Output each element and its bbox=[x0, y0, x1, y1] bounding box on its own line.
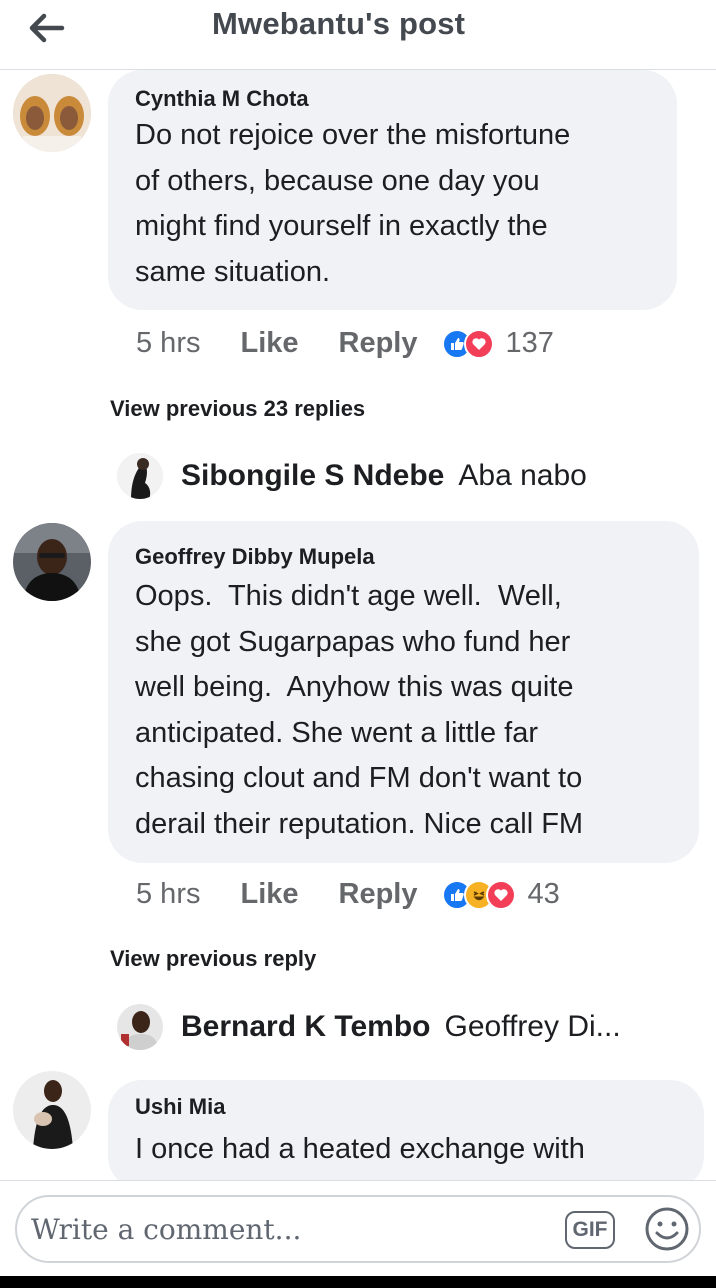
reply-preview[interactable]: Bernard K Tembo Geoffrey Di... bbox=[117, 1004, 621, 1050]
reply-text: Aba nabo bbox=[458, 459, 587, 492]
profile-photo-icon bbox=[13, 74, 91, 152]
view-previous-reply-link[interactable]: View previous reply bbox=[110, 946, 316, 972]
reactions-summary[interactable] bbox=[441, 879, 516, 910]
avatar bbox=[117, 1004, 163, 1050]
reply-author[interactable]: Bernard K Tembo bbox=[181, 1010, 430, 1044]
profile-photo-icon bbox=[117, 453, 163, 499]
reply-text: Geoffrey Di... bbox=[444, 1010, 621, 1043]
post-header: Mwebantu's post bbox=[0, 0, 716, 70]
comment-author[interactable]: Ushi Mia bbox=[135, 1094, 225, 1120]
comment-composer: GIF bbox=[15, 1195, 701, 1263]
comment-timestamp: 5 hrs bbox=[136, 327, 201, 359]
comment-meta: 5 hrs Like Reply 137 bbox=[136, 327, 554, 360]
comment-text: Oops. This didn't age well. Well, she go… bbox=[135, 580, 584, 840]
like-button[interactable]: Like bbox=[240, 878, 298, 911]
reaction-count: 137 bbox=[505, 327, 554, 359]
reply-button[interactable]: Reply bbox=[339, 327, 418, 360]
reply-author[interactable]: Sibongile S Ndebe bbox=[181, 459, 444, 493]
comment-text: Do not rejoice over the misfortune of ot… bbox=[135, 119, 571, 288]
system-nav-strip bbox=[0, 1276, 716, 1288]
comment-composer-bar: GIF bbox=[0, 1180, 716, 1276]
comment-meta: 5 hrs Like Reply 43 bbox=[136, 878, 560, 911]
profile-photo-icon bbox=[117, 1004, 163, 1050]
profile-photo-icon bbox=[13, 523, 91, 601]
gif-button[interactable]: GIF bbox=[565, 1211, 615, 1249]
love-reaction-icon bbox=[463, 328, 494, 359]
like-button[interactable]: Like bbox=[240, 327, 298, 360]
comment-author[interactable]: Geoffrey Dibby Mupela bbox=[135, 544, 375, 570]
reaction-count: 43 bbox=[527, 878, 560, 910]
comment-author[interactable]: Cynthia M Chota bbox=[135, 86, 309, 112]
comment-timestamp: 5 hrs bbox=[136, 878, 201, 910]
reactions-summary[interactable] bbox=[441, 328, 494, 359]
avatar[interactable] bbox=[13, 1071, 91, 1149]
page-title: Mwebantu's post bbox=[212, 6, 466, 41]
reply-preview[interactable]: Sibongile S Ndebe Aba nabo bbox=[117, 453, 587, 499]
view-previous-replies-link[interactable]: View previous 23 replies bbox=[110, 396, 365, 422]
avatar[interactable] bbox=[13, 523, 91, 601]
reply-button[interactable]: Reply bbox=[339, 878, 418, 911]
smiley-icon bbox=[645, 1207, 689, 1251]
profile-photo-icon bbox=[13, 1071, 91, 1149]
back-arrow-icon bbox=[29, 13, 65, 43]
avatar[interactable] bbox=[13, 74, 91, 152]
emoji-button[interactable] bbox=[643, 1205, 691, 1253]
comment-text: I once had a heated exchange with bbox=[135, 1133, 585, 1165]
avatar bbox=[117, 453, 163, 499]
comment-input[interactable] bbox=[31, 1205, 551, 1253]
love-reaction-icon bbox=[485, 879, 516, 910]
back-button[interactable] bbox=[18, 6, 74, 50]
